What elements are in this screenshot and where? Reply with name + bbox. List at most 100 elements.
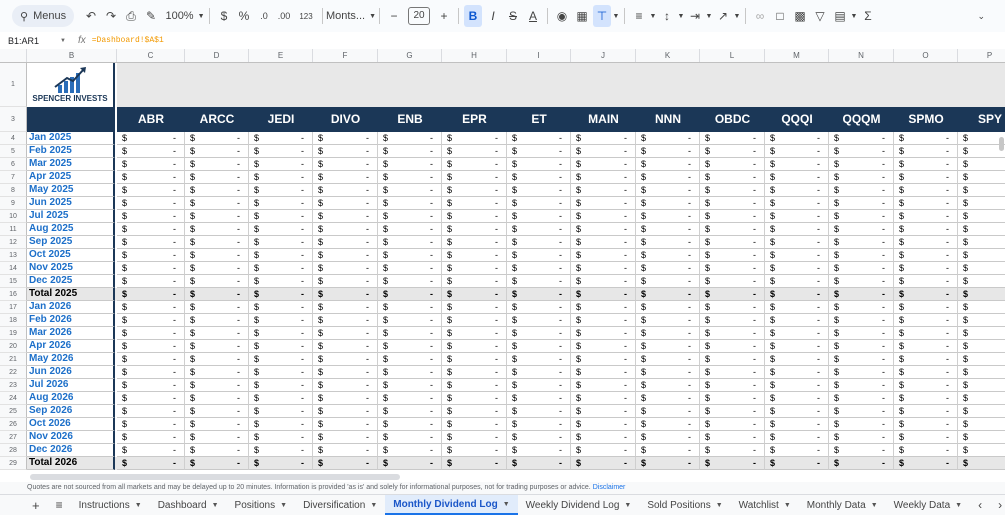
functions-button[interactable]: Σ — [859, 5, 877, 27]
ticker-header[interactable]: MAIN — [571, 107, 636, 132]
dividend-cell[interactable]: $- — [958, 184, 1005, 197]
dividend-cell[interactable]: $- — [378, 171, 442, 184]
dividend-cell[interactable]: $- — [636, 145, 700, 158]
dividend-cell[interactable]: $- — [571, 353, 636, 366]
dividend-cell[interactable]: $- — [894, 431, 958, 444]
collapse-toolbar-icon[interactable]: ⌄ — [977, 5, 985, 27]
month-label[interactable]: Jul 2025 — [27, 210, 115, 223]
chevron-down-icon[interactable]: ▼ — [212, 502, 219, 509]
dividend-cell[interactable]: $- — [313, 249, 378, 262]
dividend-cell[interactable]: $- — [958, 197, 1005, 210]
row-number[interactable]: 1 — [0, 63, 27, 107]
row-number[interactable]: 27 — [0, 431, 27, 444]
dividend-cell[interactable]: $- — [313, 197, 378, 210]
link-icon[interactable]: ∞ — [751, 5, 769, 27]
row-number[interactable]: 15 — [0, 275, 27, 288]
sheet-tab[interactable]: Dashboard ▼ — [150, 495, 227, 515]
fill-color-icon[interactable]: ◉ — [553, 5, 571, 27]
dividend-cell[interactable]: $- — [636, 444, 700, 457]
dividend-cell[interactable]: $- — [571, 223, 636, 236]
chevron-down-icon[interactable]: ▼ — [850, 5, 858, 27]
dividend-cell[interactable]: $- — [442, 210, 507, 223]
dividend-cell[interactable]: $- — [378, 327, 442, 340]
dividend-cell[interactable]: $- — [249, 379, 313, 392]
dividend-cell[interactable]: $- — [636, 353, 700, 366]
row-number[interactable]: 23 — [0, 379, 27, 392]
dividend-cell[interactable]: $- — [507, 418, 571, 431]
month-label[interactable]: Dec 2025 — [27, 275, 115, 288]
dividend-cell[interactable]: $- — [507, 158, 571, 171]
month-label[interactable]: Jan 2026 — [27, 301, 115, 314]
dividend-cell[interactable]: $- — [829, 340, 894, 353]
dividend-cell[interactable]: $- — [700, 275, 765, 288]
merge-cells-icon[interactable]: ⊤ — [593, 5, 611, 27]
month-label[interactable]: Feb 2026 — [27, 314, 115, 327]
column-header[interactable]: B — [27, 49, 117, 62]
dividend-cell[interactable]: $- — [378, 184, 442, 197]
dividend-cell[interactable]: $- — [442, 145, 507, 158]
dividend-cell[interactable]: $- — [894, 210, 958, 223]
dividend-cell[interactable]: $- — [765, 197, 829, 210]
month-label[interactable]: May 2025 — [27, 184, 115, 197]
dividend-cell[interactable]: $- — [765, 275, 829, 288]
dividend-cell[interactable]: $- — [765, 171, 829, 184]
month-label[interactable]: Aug 2025 — [27, 223, 115, 236]
dividend-cell[interactable]: $- — [700, 444, 765, 457]
dividend-cell[interactable]: $- — [249, 171, 313, 184]
dividend-cell[interactable]: $- — [185, 197, 249, 210]
dividend-cell[interactable]: $- — [249, 210, 313, 223]
dividend-cell[interactable]: $- — [700, 431, 765, 444]
dividend-cell[interactable]: $- — [829, 132, 894, 145]
plus-icon[interactable]: + — [435, 5, 453, 27]
dividend-cell[interactable]: $- — [313, 353, 378, 366]
dividend-cell[interactable]: $- — [185, 210, 249, 223]
print-icon[interactable]: ⎙ — [122, 5, 140, 27]
dividend-cell[interactable]: $- — [894, 275, 958, 288]
add-sheet-icon[interactable]: + — [24, 495, 48, 515]
dividend-cell[interactable]: $- — [185, 418, 249, 431]
dividend-cell[interactable]: $- — [700, 314, 765, 327]
dividend-cell[interactable]: $- — [185, 132, 249, 145]
dividend-cell[interactable]: $- — [765, 249, 829, 262]
dividend-cell[interactable]: $- — [442, 392, 507, 405]
dividend-cell[interactable]: $- — [571, 132, 636, 145]
dividend-cell[interactable]: $- — [249, 288, 313, 301]
sheet-tab[interactable]: Weekly Data ▼ — [886, 495, 970, 515]
dividend-cell[interactable]: $- — [313, 418, 378, 431]
dividend-cell[interactable]: $- — [894, 132, 958, 145]
scroll-tabs-right-icon[interactable]: › — [990, 495, 1005, 515]
dividend-cell[interactable]: $- — [958, 353, 1005, 366]
dividend-cell[interactable]: $- — [958, 340, 1005, 353]
month-label[interactable]: Sep 2026 — [27, 405, 115, 418]
dividend-cell[interactable]: $- — [249, 392, 313, 405]
column-header[interactable]: C — [117, 49, 185, 62]
dividend-cell[interactable]: $- — [117, 457, 185, 470]
dividend-cell[interactable]: $- — [249, 431, 313, 444]
month-label[interactable]: Total 2026 — [27, 457, 115, 470]
dividend-cell[interactable]: $- — [442, 327, 507, 340]
dividend-cell[interactable]: $- — [117, 249, 185, 262]
column-header[interactable]: G — [378, 49, 442, 62]
dividend-cell[interactable]: $- — [249, 405, 313, 418]
dividend-cell[interactable]: $- — [378, 288, 442, 301]
dividend-cell[interactable]: $- — [700, 379, 765, 392]
dividend-cell[interactable]: $- — [958, 314, 1005, 327]
comment-icon[interactable]: □ — [771, 5, 789, 27]
month-label[interactable]: Apr 2026 — [27, 340, 115, 353]
dividend-cell[interactable]: $- — [829, 197, 894, 210]
dividend-cell[interactable]: $- — [507, 171, 571, 184]
dividend-cell[interactable]: $- — [442, 249, 507, 262]
sheet-tab[interactable]: Sold Positions ▼ — [639, 495, 730, 515]
all-sheets-icon[interactable]: ≡ — [48, 495, 71, 515]
dividend-cell[interactable]: $- — [507, 223, 571, 236]
dividend-cell[interactable]: $- — [571, 288, 636, 301]
dividend-cell[interactable]: $- — [378, 262, 442, 275]
dividend-cell[interactable]: $- — [571, 314, 636, 327]
dividend-cell[interactable]: $- — [700, 236, 765, 249]
dividend-cell[interactable]: $- — [442, 158, 507, 171]
dividend-cell[interactable]: $- — [117, 288, 185, 301]
dividend-cell[interactable]: $- — [313, 132, 378, 145]
dividend-cell[interactable]: $- — [117, 327, 185, 340]
dividend-cell[interactable]: $- — [765, 158, 829, 171]
ticker-header[interactable]: DIVO — [313, 107, 378, 132]
